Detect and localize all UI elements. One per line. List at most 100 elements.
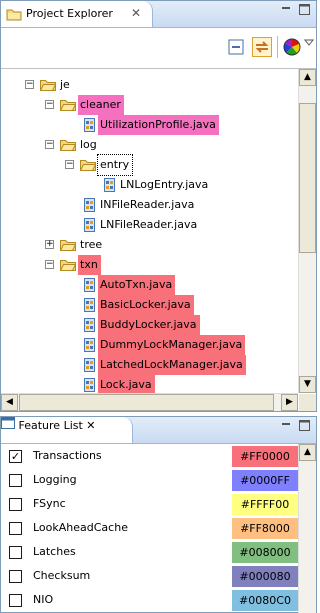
- feature-list-vertical-scrollbar[interactable]: ▲: [298, 444, 316, 613]
- tree-file-row[interactable]: AutoTxn.java: [1, 275, 298, 295]
- collapse-toggle-icon[interactable]: −: [65, 160, 74, 169]
- toolbar-separator: [277, 36, 278, 58]
- scroll-right-button[interactable]: ▶: [281, 394, 298, 411]
- tree-folder-row[interactable]: − log: [1, 135, 298, 155]
- folder-icon: [79, 158, 97, 171]
- tree-item-label: LNFileReader.java: [100, 218, 198, 231]
- feature-color-swatch[interactable]: #000080: [232, 566, 298, 587]
- project-explorer-toolbar: [1, 28, 316, 69]
- feature-color-swatch[interactable]: #0080C0: [232, 590, 298, 611]
- feature-checkbox[interactable]: [9, 594, 22, 607]
- tree-folder-row[interactable]: − txn: [1, 255, 298, 275]
- close-icon[interactable]: ✕: [131, 6, 141, 20]
- scroll-down-button[interactable]: ▼: [299, 376, 316, 393]
- feature-checkbox[interactable]: [9, 522, 22, 535]
- collapse-toggle-icon[interactable]: −: [45, 100, 54, 109]
- tree-folder-row[interactable]: − cleaner: [1, 95, 298, 115]
- maximize-icon[interactable]: [299, 4, 310, 18]
- feature-list: ✓ Transactions #FF0000 Logging #0000FF FSync #…: [1, 444, 299, 613]
- feature-color-swatch[interactable]: #0000FF: [232, 470, 298, 491]
- tree-item-label: BuddyLocker.java: [98, 315, 200, 335]
- project-tree: − je − cleaner UtilizationProfile.java − log − e…: [1, 69, 298, 393]
- scroll-left-button[interactable]: ◀: [1, 394, 18, 411]
- color-wheel-icon[interactable]: [282, 37, 302, 57]
- tree-item-label: LatchedLockManager.java: [98, 355, 246, 375]
- feature-name: NIO: [33, 593, 54, 606]
- tree-item-label: DummyLockManager.java: [98, 335, 246, 355]
- minimize-icon[interactable]: [281, 4, 291, 17]
- tree-folder-row[interactable]: − entry: [1, 154, 298, 176]
- feature-row[interactable]: NIO #0080C0: [1, 589, 299, 612]
- tree-item-label: je: [60, 78, 70, 91]
- feature-name: Checksum: [33, 569, 91, 582]
- folder-icon: [59, 258, 77, 271]
- tree-file-row[interactable]: LatchedLockManager.java: [1, 355, 298, 375]
- feature-checkbox[interactable]: [9, 474, 22, 487]
- link-editor-icon[interactable]: [252, 37, 272, 57]
- feature-checkbox[interactable]: [9, 570, 22, 583]
- tree-item-label: log: [80, 138, 97, 151]
- folder-icon: [59, 238, 77, 251]
- expand-toggle-icon[interactable]: +: [45, 240, 54, 249]
- folder-icon: [59, 98, 77, 111]
- collapse-toggle-icon[interactable]: −: [45, 140, 54, 149]
- tree-file-row[interactable]: DummyLockManager.java: [1, 335, 298, 355]
- java-file-icon: [84, 338, 95, 352]
- tree-file-row[interactable]: BasicLocker.java: [1, 295, 298, 315]
- minimize-icon[interactable]: [281, 420, 291, 433]
- tree-folder-row[interactable]: + tree: [1, 235, 298, 255]
- tree-item-label: cleaner: [78, 95, 124, 115]
- collapse-toggle-icon[interactable]: −: [25, 80, 34, 89]
- tree-file-row[interactable]: UtilizationProfile.java: [1, 115, 298, 135]
- feature-row[interactable]: Latches #008000: [1, 541, 299, 564]
- tree-file-row[interactable]: LNFileReader.java: [1, 215, 298, 235]
- feature-row[interactable]: Checksum #000080: [1, 565, 299, 588]
- feature-name: LookAheadCache: [33, 521, 128, 534]
- feature-list-tabbar: Feature List ✕: [1, 417, 316, 444]
- feature-color-swatch[interactable]: #FFFF00: [232, 494, 298, 515]
- feature-checkbox[interactable]: [9, 498, 22, 511]
- feature-color-swatch[interactable]: #FF8000: [232, 518, 298, 539]
- feature-checkbox[interactable]: [9, 546, 22, 559]
- collapse-toggle-icon[interactable]: −: [45, 260, 54, 269]
- feature-row[interactable]: LookAheadCache #FF8000: [1, 517, 299, 540]
- feature-color-swatch[interactable]: #008000: [232, 542, 298, 563]
- tab-project-explorer-label: Project Explorer: [26, 7, 113, 20]
- feature-color-swatch[interactable]: #FF0000: [232, 446, 298, 467]
- feature-row[interactable]: Logging #0000FF: [1, 469, 299, 492]
- maximize-icon[interactable]: [299, 420, 310, 434]
- tab-project-explorer[interactable]: Project Explorer ✕: [1, 1, 153, 27]
- scroll-up-button[interactable]: ▲: [299, 69, 316, 86]
- view-menu-icon[interactable]: [303, 37, 315, 57]
- feature-list-panel: Feature List ✕ ✓ Transactions #FF0000 Loggi…: [0, 416, 317, 613]
- tree-horizontal-scrollbar[interactable]: ◀ ▶: [1, 393, 298, 411]
- feature-name: Latches: [33, 545, 76, 558]
- tree-folder-row[interactable]: − je: [1, 75, 298, 95]
- scroll-up-button[interactable]: ▲: [299, 444, 316, 461]
- java-file-icon: [104, 178, 115, 192]
- tab-feature-list[interactable]: Feature List ✕: [1, 417, 133, 443]
- java-file-icon: [84, 278, 95, 292]
- tree-file-row[interactable]: Lock.java: [1, 375, 298, 393]
- java-file-icon: [84, 378, 95, 392]
- tree-item-label: entry: [96, 154, 134, 176]
- tree-file-row[interactable]: BuddyLocker.java: [1, 315, 298, 335]
- java-file-icon: [84, 198, 95, 212]
- feature-row[interactable]: FSync #FFFF00: [1, 493, 299, 516]
- folder-icon: [59, 138, 77, 151]
- tree-file-row[interactable]: LNLogEntry.java: [1, 175, 298, 195]
- scroll-corner: [299, 394, 316, 411]
- horizontal-scroll-thumb[interactable]: [19, 394, 274, 411]
- collapse-all-icon[interactable]: [226, 37, 246, 57]
- tree-item-label: UtilizationProfile.java: [98, 115, 219, 135]
- java-file-icon: [84, 358, 95, 372]
- tree-file-row[interactable]: INFileReader.java: [1, 195, 298, 215]
- feature-row[interactable]: ✓ Transactions #FF0000: [1, 445, 299, 468]
- vertical-scroll-thumb[interactable]: [299, 103, 316, 253]
- close-icon[interactable]: ✕: [86, 419, 95, 432]
- feature-name: Transactions: [33, 449, 102, 462]
- folder-icon: [39, 78, 57, 91]
- tree-item-label: Lock.java: [98, 375, 155, 393]
- feature-checkbox[interactable]: ✓: [9, 450, 22, 463]
- tree-vertical-scrollbar[interactable]: ▲ ▼: [298, 69, 316, 393]
